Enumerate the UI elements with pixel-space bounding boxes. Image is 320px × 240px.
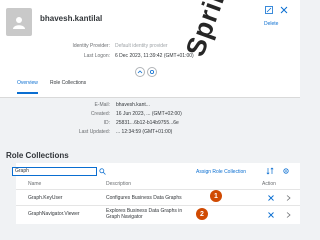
identity-provider-value: Default identity provider <box>115 43 168 49</box>
identity-provider-label: Identity Provider: <box>72 43 110 49</box>
user-header: bhavesh.kantilal Delete Identity Provide… <box>0 0 300 98</box>
created-value: 16 Jun 2023, ... (GMT+02:00) <box>116 111 182 117</box>
role-description: Explores Business Data Graphs in Graph N… <box>106 208 183 220</box>
role-search-input[interactable]: Graph <box>12 167 97 176</box>
role-collections-title: Role Collections <box>6 151 69 160</box>
collapse-icon <box>137 70 143 74</box>
remove-icon[interactable] <box>268 195 274 201</box>
callout-badge: 2 <box>196 208 208 220</box>
edit-icon[interactable] <box>265 6 273 14</box>
remove-icon[interactable] <box>268 212 274 218</box>
callout-badge: 1 <box>210 190 222 202</box>
chevron-right-icon[interactable] <box>286 212 291 218</box>
settings-icon[interactable] <box>282 167 290 175</box>
assign-role-collection-button[interactable]: Assign Role Collection <box>196 169 246 175</box>
sort-icon[interactable] <box>266 167 274 175</box>
last-logon-label: Last Logon: <box>83 53 110 59</box>
last-logon-value: 6 Dec 2023, 11:39:42 (GMT+01:00) <box>115 53 194 59</box>
email-label: E-Mail: <box>94 102 110 108</box>
pin-header-button[interactable] <box>147 67 157 77</box>
user-name-title: bhavesh.kantilal <box>40 14 103 23</box>
role-name: Graph.KeyUser <box>28 195 63 201</box>
created-label: Created: <box>90 111 110 117</box>
tab-role-collections[interactable]: Role Collections <box>50 80 86 86</box>
header-toggle-group <box>135 67 157 77</box>
table-row[interactable]: GraphNavigator.Viewer Explores Business … <box>16 205 300 224</box>
column-header-action: Action <box>262 181 276 187</box>
column-header-description: Description <box>106 181 132 187</box>
avatar <box>6 8 32 36</box>
chevron-right-icon[interactable] <box>286 195 291 201</box>
role-name: GraphNavigator.Viewer <box>28 211 80 217</box>
search-button[interactable] <box>98 167 107 176</box>
close-icon[interactable] <box>280 6 288 14</box>
user-icon <box>13 17 25 29</box>
delete-button[interactable]: Delete <box>264 21 278 27</box>
email-value: bhavesh.kant... <box>116 102 150 108</box>
collapse-header-button[interactable] <box>135 67 145 77</box>
column-header-name: Name <box>28 181 42 187</box>
last-updated-label: Last Updated: <box>78 129 110 135</box>
id-value: 25831...6b12-b14b9755...6e <box>116 120 179 126</box>
search-icon <box>99 168 106 175</box>
table-row[interactable]: Graph.KeyUser Configures Business Data G… <box>16 189 300 205</box>
pin-icon <box>149 69 155 75</box>
tab-overview[interactable]: Overview <box>17 80 38 94</box>
id-label: ID: <box>103 120 110 126</box>
role-description: Configures Business Data Graphs <box>106 195 182 201</box>
last-updated-value: ... 12:34:59 (GMT+01:00) <box>116 129 173 135</box>
